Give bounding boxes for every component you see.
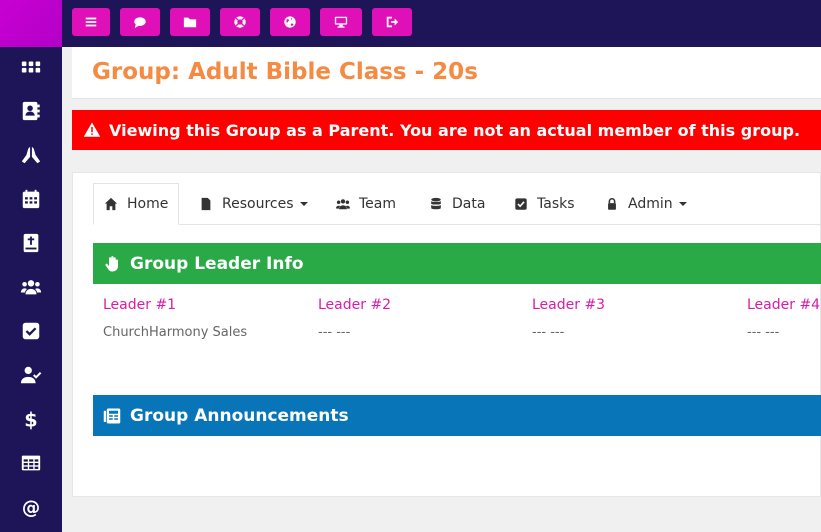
tab-home[interactable]: Home [93, 183, 180, 225]
user-check-icon [20, 366, 42, 384]
sidebar-item-giving[interactable]: $ [0, 397, 62, 441]
tab-label: Admin [628, 196, 673, 212]
hand-icon [105, 255, 118, 271]
leader-2: Leader #2 --- --- [318, 297, 518, 340]
lock-icon [608, 198, 616, 210]
tab-label: Home [127, 196, 169, 212]
tab-tasks[interactable]: Tasks [514, 183, 575, 225]
logout-button[interactable] [372, 8, 412, 36]
tab-team[interactable]: Team [336, 183, 396, 225]
home-icon [104, 197, 118, 211]
tab-label: Data [452, 196, 486, 212]
leader-name: --- --- [532, 325, 565, 340]
praying-hands-icon [21, 146, 41, 164]
chevron-down-icon [299, 202, 308, 206]
page-title: Group: Adult Bible Class - 20s [92, 59, 478, 85]
leader-4: Leader #4 --- --- [747, 297, 821, 340]
users-icon [20, 280, 42, 295]
messages-button[interactable] [120, 8, 160, 36]
leader-info-title: Group Leader Info [130, 253, 304, 274]
newspaper-icon [103, 408, 121, 423]
leader-label: Leader #2 [318, 297, 392, 313]
desktop-icon [334, 16, 348, 28]
address-book-icon [22, 101, 40, 121]
leader-label: Leader #4 [747, 297, 821, 313]
tab-label: Resources [222, 196, 294, 212]
check-square-icon [515, 198, 527, 210]
sidebar-item-dashboard[interactable] [0, 45, 62, 89]
sidebar-item-email[interactable]: @ [0, 485, 62, 529]
parent-view-alert: Viewing this Group as a Parent. You are … [72, 110, 821, 150]
file-icon [201, 197, 211, 211]
grid-icon [21, 61, 41, 73]
website-button[interactable] [270, 8, 310, 36]
svg-text:@: @ [22, 497, 40, 518]
leader-name: --- --- [747, 325, 780, 340]
warning-icon [83, 122, 101, 137]
leader-name: ChurchHarmony Sales [103, 325, 248, 340]
announcements-title: Group Announcements [130, 405, 349, 426]
chevron-down-icon [678, 202, 687, 206]
calendar-icon [22, 189, 40, 209]
at-icon: @ [22, 497, 40, 518]
folder-icon [183, 17, 197, 28]
bible-icon [23, 233, 39, 253]
lifebuoy-icon [234, 16, 246, 28]
tab-data[interactable]: Data [429, 183, 485, 225]
tab-admin[interactable]: Admin [605, 183, 687, 225]
table-icon [21, 455, 41, 471]
menu-button[interactable] [72, 8, 110, 36]
leader-name: --- --- [318, 325, 351, 340]
top-toolbar [62, 0, 821, 47]
sidebar-item-calendar[interactable] [0, 177, 62, 221]
sidebar-item-attendance[interactable] [0, 353, 62, 397]
display-button[interactable] [320, 8, 362, 36]
comment-icon [134, 17, 146, 29]
files-button[interactable] [170, 8, 210, 36]
sidebar-item-bible[interactable] [0, 221, 62, 265]
check-square-icon [22, 322, 40, 340]
group-card: Home Resources Team Data Tasks Admin Gro… [72, 172, 821, 497]
sidebar: $ @ [0, 0, 62, 532]
leader-3: Leader #3 --- --- [532, 297, 732, 340]
help-button[interactable] [220, 8, 260, 36]
database-icon [431, 197, 441, 210]
tab-label: Team [359, 196, 397, 212]
leader-1: Leader #1 ChurchHarmony Sales [103, 297, 303, 340]
brand-logo[interactable] [0, 0, 62, 47]
page-header: Group: Adult Bible Class - 20s [72, 47, 821, 99]
users-icon [336, 199, 350, 210]
sidebar-item-directory[interactable] [0, 89, 62, 133]
tab-resources[interactable]: Resources [199, 183, 308, 225]
leader-label: Leader #3 [532, 297, 606, 313]
sidebar-item-prayer[interactable] [0, 133, 62, 177]
tab-label: Tasks [537, 196, 575, 212]
group-tabs: Home Resources Team Data Tasks Admin [93, 183, 821, 225]
sign-out-icon [386, 16, 399, 28]
announcements-header: Group Announcements [93, 395, 821, 436]
alert-text: Viewing this Group as a Parent. You are … [109, 120, 801, 140]
globe-icon [284, 16, 296, 28]
leader-label: Leader #1 [103, 297, 177, 313]
dollar-icon: $ [24, 408, 37, 430]
menu-icon [85, 17, 97, 27]
sidebar-item-groups[interactable] [0, 265, 62, 309]
sidebar-item-reports[interactable] [0, 441, 62, 485]
sidebar-item-tasks[interactable] [0, 309, 62, 353]
leader-info-header: Group Leader Info [93, 243, 821, 284]
svg-text:$: $ [24, 408, 37, 430]
